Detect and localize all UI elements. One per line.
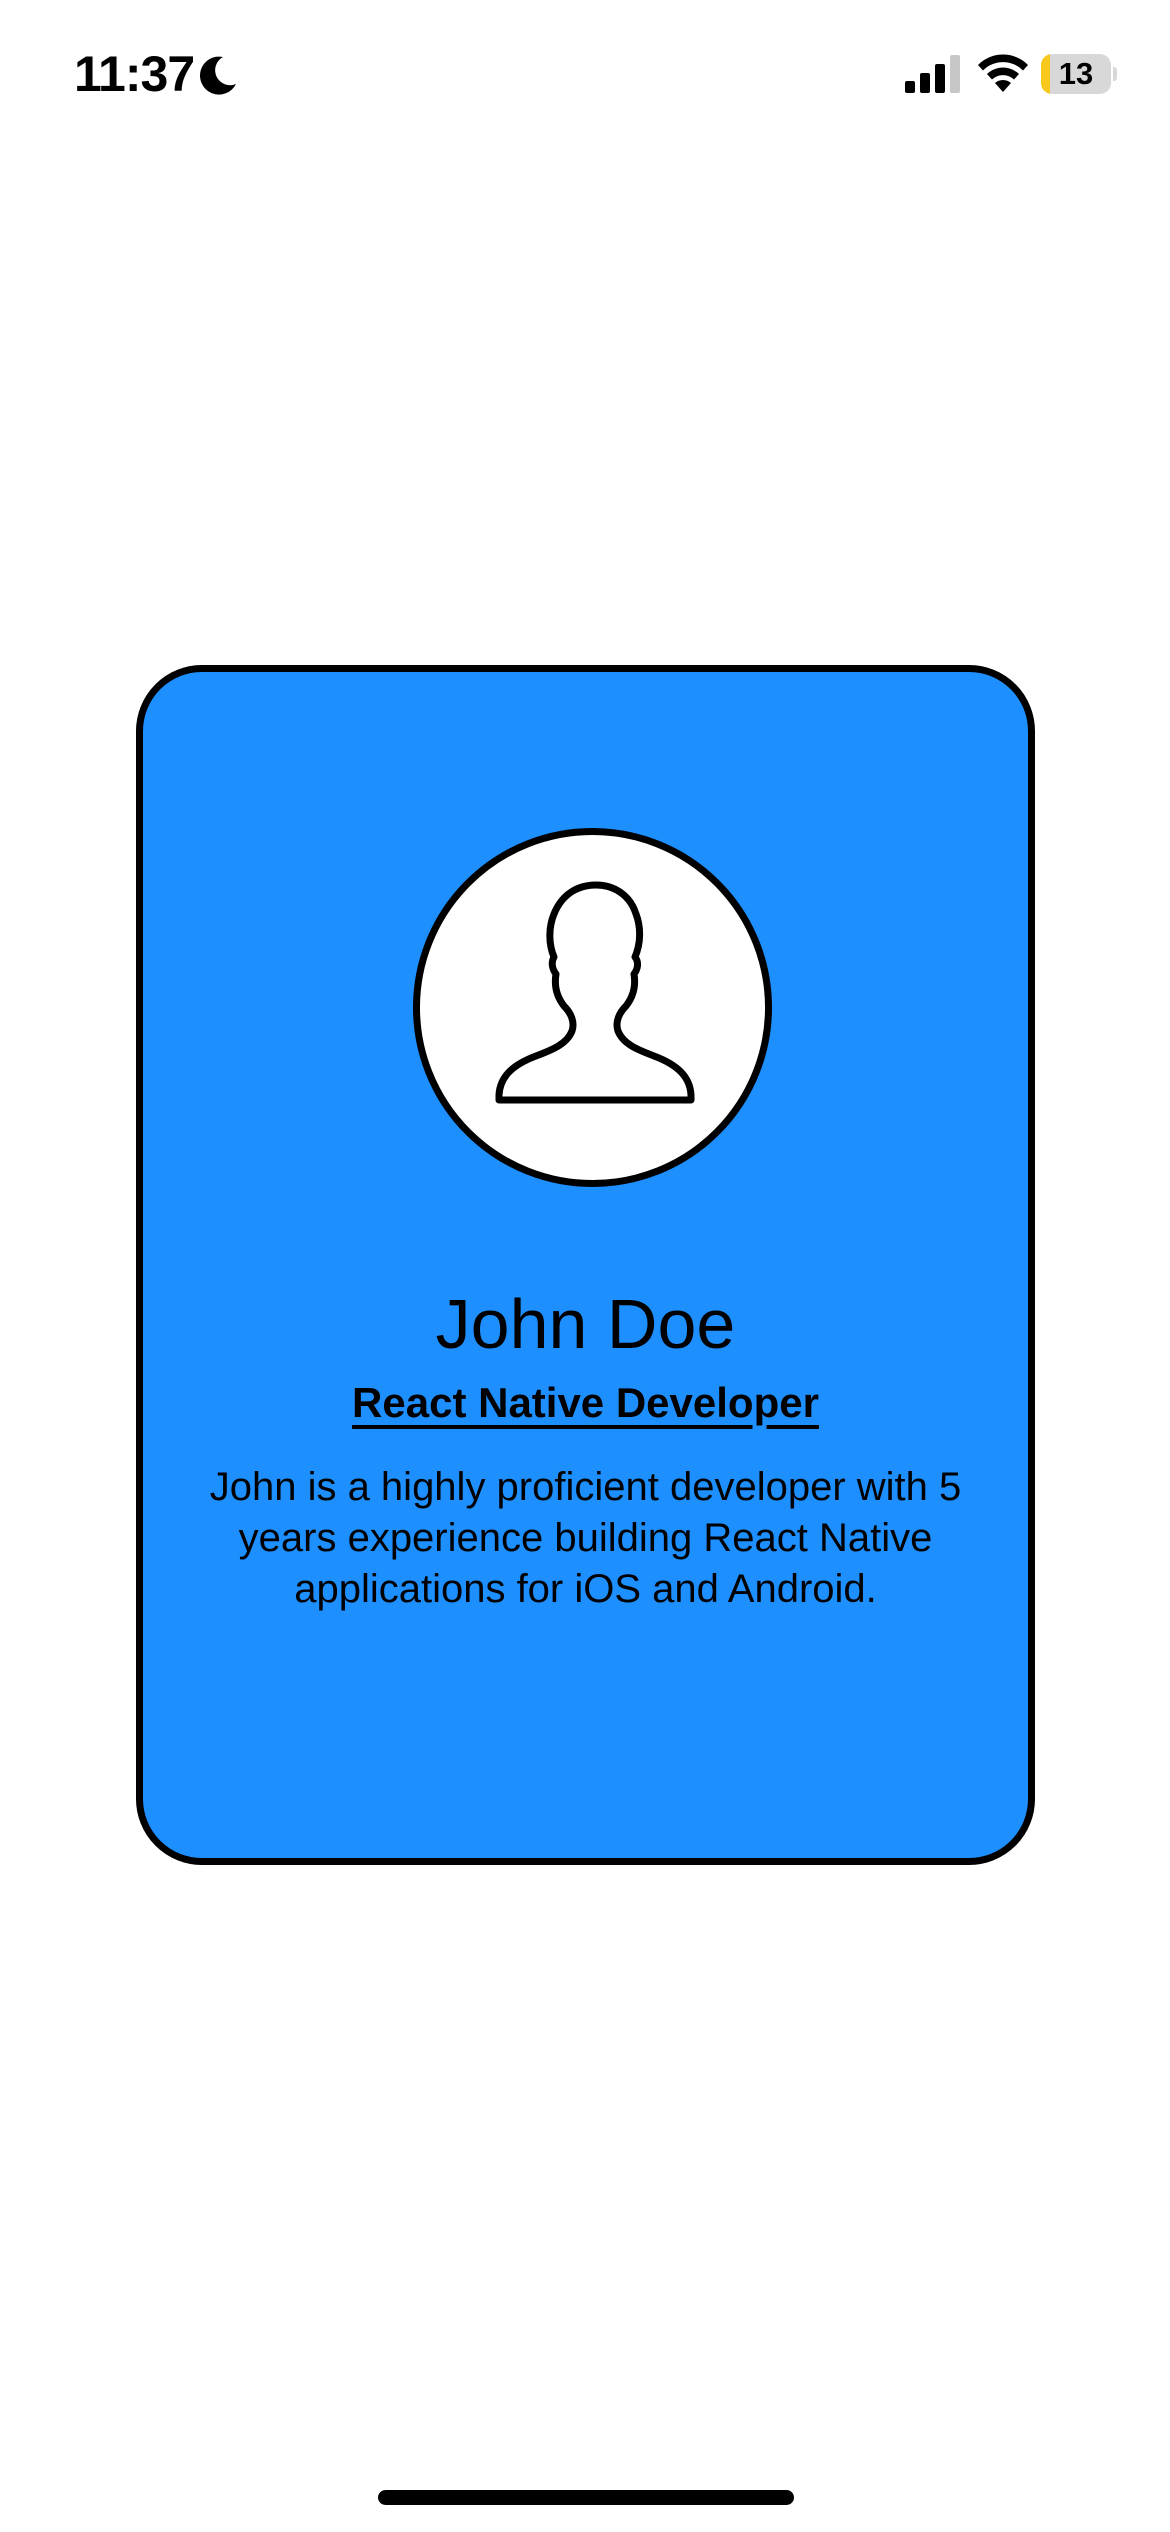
profile-bio: John is a highly proficient developer wi…: [209, 1465, 962, 1611]
home-indicator[interactable]: [378, 2490, 794, 2505]
profile-name: John Doe: [435, 1285, 736, 1363]
battery-tip: [1113, 67, 1117, 81]
screen: 11:37 13 John Doe React Native Developer…: [0, 0, 1170, 2532]
avatar: [413, 828, 772, 1187]
battery-indicator: 13: [1041, 54, 1117, 94]
battery-percent: 13: [1058, 56, 1094, 91]
battery-body: 13: [1041, 54, 1111, 94]
profile-card: John Doe React Native Developer John is …: [136, 665, 1035, 1865]
wifi-icon: [978, 54, 1028, 92]
cellular-signal-icon: [905, 55, 960, 93]
moon-icon: [199, 56, 236, 95]
status-time: 11:37: [74, 46, 195, 102]
user-silhouette-icon: [495, 881, 695, 1104]
profile-title: React Native Developer: [352, 1379, 819, 1426]
status-bar: 11:37 13: [0, 0, 1170, 150]
